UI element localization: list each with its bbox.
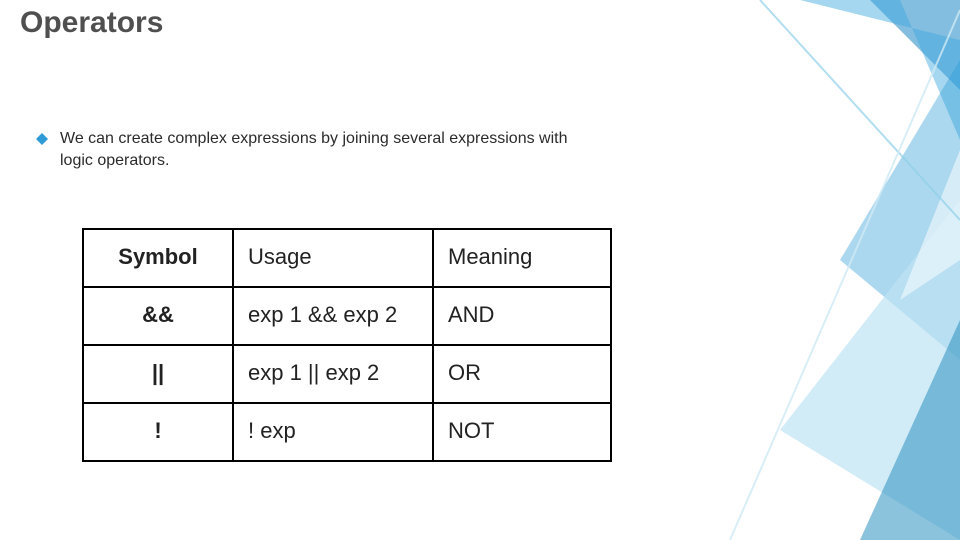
col-header-meaning: Meaning <box>433 229 611 287</box>
slide: Operators We can create complex expressi… <box>0 0 960 540</box>
diamond-bullet-icon <box>36 132 48 150</box>
table-row: || exp 1 || exp 2 OR <box>83 345 611 403</box>
cell-usage: exp 1 && exp 2 <box>233 287 433 345</box>
table-row: && exp 1 && exp 2 AND <box>83 287 611 345</box>
table-header-row: Symbol Usage Meaning <box>83 229 611 287</box>
cell-usage: ! exp <box>233 403 433 461</box>
table-row: ! ! exp NOT <box>83 403 611 461</box>
cell-usage: exp 1 || exp 2 <box>233 345 433 403</box>
cell-meaning: AND <box>433 287 611 345</box>
slide-title: Operators <box>20 6 163 40</box>
cell-symbol: && <box>83 287 233 345</box>
cell-meaning: NOT <box>433 403 611 461</box>
cell-meaning: OR <box>433 345 611 403</box>
cell-symbol: ! <box>83 403 233 461</box>
cell-symbol: || <box>83 345 233 403</box>
background-decoration <box>640 0 960 540</box>
col-header-symbol: Symbol <box>83 229 233 287</box>
bullet-text: We can create complex expressions by joi… <box>60 128 596 171</box>
bullet-item: We can create complex expressions by joi… <box>36 128 596 171</box>
col-header-usage: Usage <box>233 229 433 287</box>
operators-table: Symbol Usage Meaning && exp 1 && exp 2 A… <box>82 228 612 462</box>
